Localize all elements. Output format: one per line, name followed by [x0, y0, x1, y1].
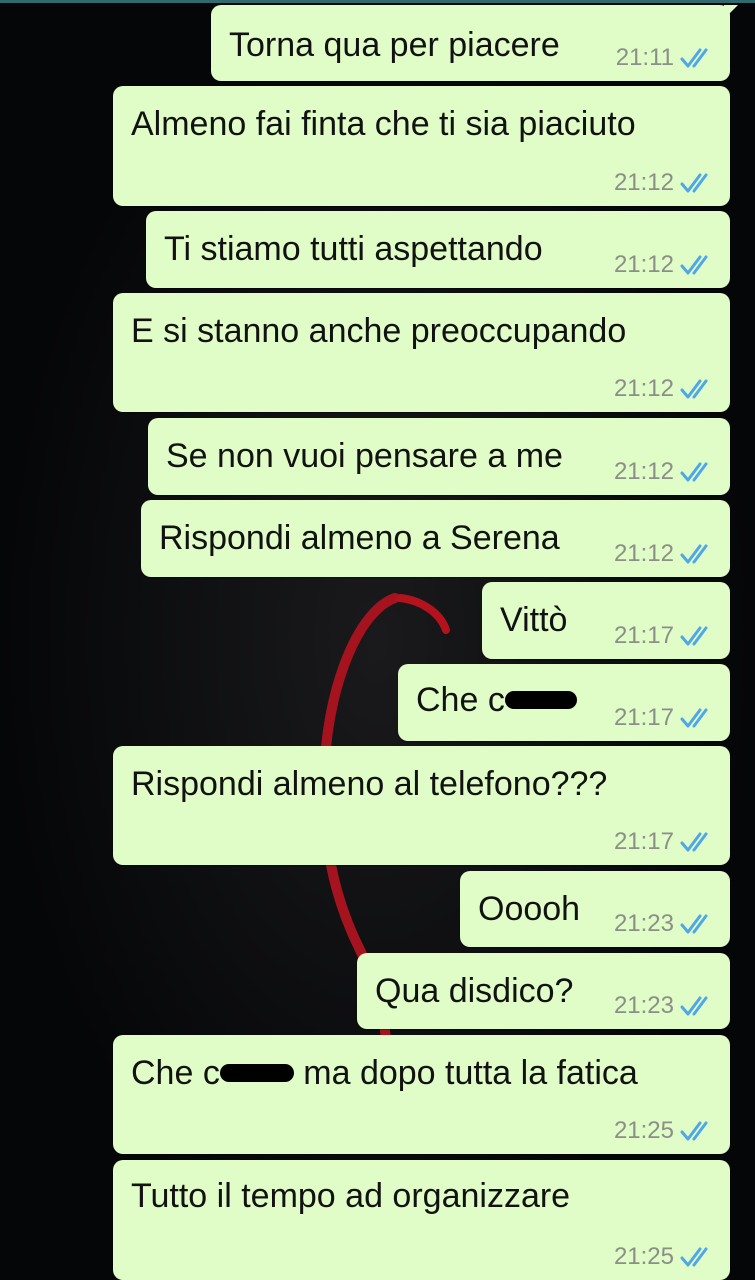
message-text: Se non vuoi pensare a me [166, 437, 563, 475]
message-bubble[interactable]: Almeno fai finta che ti sia piaciuto 21:… [113, 86, 730, 206]
message-meta: 21:12 [614, 459, 716, 485]
message-meta: 21:25 [614, 1244, 716, 1270]
double-check-icon [680, 379, 708, 399]
message-meta: 21:11 [616, 45, 716, 71]
message-bubble[interactable]: Se non vuoi pensare a me 21:12 [148, 418, 730, 495]
message-text: Qua disdico? [375, 972, 574, 1010]
message-time: 21:17 [613, 622, 674, 649]
message-text-visible-after: ma dopo tutta la fatica [293, 1054, 638, 1092]
message-time: 21:12 [613, 169, 674, 196]
message-bubble[interactable]: Rispondi almeno al telefono??? 21:17 [113, 746, 730, 865]
message-meta: 21:12 [614, 541, 716, 567]
message-time: 21:12 [613, 458, 674, 485]
message-time: 21:23 [613, 910, 674, 937]
double-check-icon [680, 708, 708, 728]
message-bubble[interactable]: Qua disdico? 21:23 [357, 953, 730, 1029]
redaction-mark [219, 1064, 294, 1083]
double-check-icon [680, 462, 708, 482]
message-meta: 21:17 [614, 705, 716, 731]
double-check-icon [680, 914, 708, 934]
bubble-tail [724, 5, 738, 19]
double-check-icon [680, 832, 708, 852]
message-time: 21:25 [613, 1117, 674, 1144]
message-bubble[interactable]: Torna qua per piacere 21:11 [211, 5, 738, 81]
double-check-icon [680, 1247, 708, 1267]
double-check-icon [680, 255, 708, 275]
message-time: 21:17 [613, 828, 674, 855]
message-text: Rispondi almeno al telefono??? [131, 765, 608, 803]
message-time: 21:25 [613, 1243, 674, 1270]
message-bubble[interactable]: Ti stiamo tutti aspettando 21:12 [146, 211, 730, 288]
message-meta: 21:12 [614, 252, 716, 278]
message-time: 21:11 [615, 44, 674, 71]
message-meta: 21:23 [614, 993, 716, 1019]
message-time: 21:17 [613, 704, 674, 731]
message-meta: 21:17 [614, 623, 716, 649]
double-check-icon [680, 173, 708, 193]
double-check-icon [680, 996, 708, 1016]
message-text: Che c [416, 680, 577, 720]
message-time: 21:12 [613, 540, 674, 567]
message-time: 21:23 [613, 992, 674, 1019]
message-meta: 21:23 [614, 911, 716, 937]
message-time: 21:12 [613, 251, 674, 278]
message-bubble[interactable]: Rispondi almeno a Serena 21:12 [141, 500, 730, 577]
message-bubble[interactable]: Tutto il tempo ad organizzare 21:25 [113, 1160, 730, 1280]
double-check-icon [680, 626, 708, 646]
double-check-icon [680, 48, 708, 68]
message-text: Ooooh [478, 890, 581, 928]
message-text-visible: Che c [131, 1054, 220, 1092]
message-text: Ti stiamo tutti aspettando [164, 230, 543, 268]
message-text: Almeno fai finta che ti sia piaciuto [131, 105, 636, 143]
message-text: Tutto il tempo ad organizzare [131, 1177, 571, 1215]
double-check-icon [680, 544, 708, 564]
message-bubble[interactable]: Che c 21:17 [398, 664, 730, 741]
message-meta: 21:25 [614, 1118, 716, 1144]
top-divider [0, 0, 755, 3]
message-text: E si stanno anche preoccupando [131, 312, 627, 350]
message-text: Che c ma dopo tutta la fatica [131, 1053, 638, 1093]
message-time: 21:12 [613, 375, 674, 402]
message-bubble[interactable]: Che c ma dopo tutta la fatica 21:25 [113, 1035, 730, 1154]
message-meta: 21:12 [614, 376, 716, 402]
message-text: Torna qua per piacere [229, 26, 560, 64]
double-check-icon [680, 1121, 708, 1141]
message-bubble[interactable]: Vittò 21:17 [482, 582, 730, 659]
message-bubble[interactable]: E si stanno anche preoccupando 21:12 [113, 293, 730, 412]
redaction-mark [504, 691, 577, 710]
message-meta: 21:17 [614, 829, 716, 855]
message-bubble[interactable]: Ooooh 21:23 [460, 871, 730, 947]
message-text-visible: Che c [416, 681, 505, 719]
message-text: Rispondi almeno a Serena [159, 519, 560, 557]
message-meta: 21:12 [614, 170, 716, 196]
message-text: Vittò [500, 601, 568, 639]
